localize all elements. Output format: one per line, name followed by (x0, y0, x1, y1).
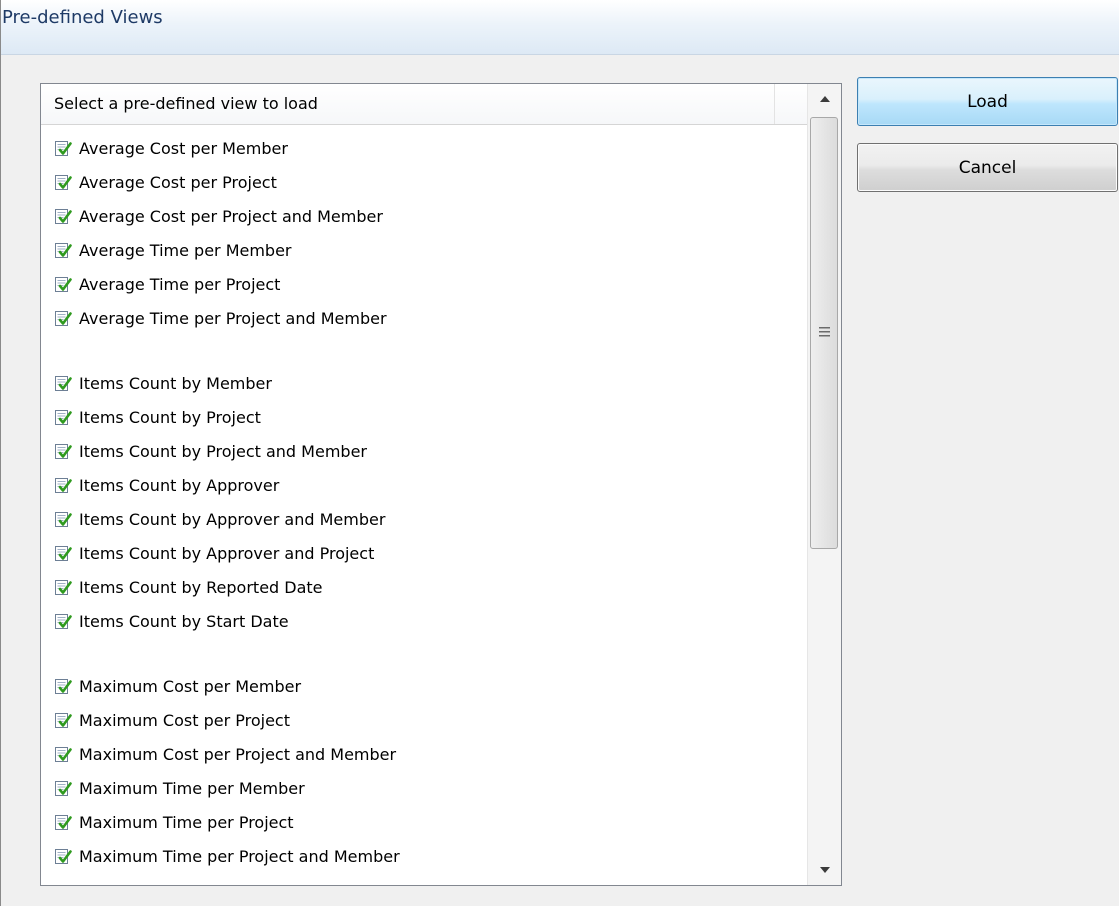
list-item-label: Average Time per Member (79, 240, 292, 260)
scroll-thumb[interactable] (810, 117, 838, 549)
list-item-label: Items Count by Member (79, 373, 272, 393)
list-item[interactable]: Maximum Time per Member (41, 771, 807, 805)
cancel-button[interactable]: Cancel (857, 143, 1118, 192)
document-check-icon (54, 173, 72, 191)
document-check-icon (54, 847, 72, 865)
list-item-label: Average Time per Project (79, 274, 281, 294)
document-check-icon (54, 745, 72, 763)
document-check-icon (54, 612, 72, 630)
document-check-icon (54, 476, 72, 494)
list-item[interactable]: Average Cost per Project (41, 165, 807, 199)
list-item-label: Average Cost per Project (79, 172, 277, 192)
list-item[interactable]: Items Count by Approver (41, 468, 807, 502)
list-item[interactable]: Maximum Cost per Member (41, 669, 807, 703)
list-item-label: Maximum Time per Project (79, 812, 294, 832)
list-item[interactable]: Maximum Time per Project and Member (41, 839, 807, 873)
views-list: Average Cost per Member Average Cost per … (41, 131, 807, 873)
list-item[interactable]: Maximum Cost per Project (41, 703, 807, 737)
list-item[interactable]: Average Cost per Project and Member (41, 199, 807, 233)
list-item-label: Maximum Time per Project and Member (79, 846, 400, 866)
list-item-label: Average Time per Project and Member (79, 308, 387, 328)
document-check-icon (54, 442, 72, 460)
list-item-label: Items Count by Approver and Project (79, 543, 375, 563)
predefined-views-dialog: Pre-defined Views Select a pre-defined v… (0, 0, 1119, 906)
list-item[interactable]: Items Count by Approver and Member (41, 502, 807, 536)
list-item-label: Items Count by Start Date (79, 611, 289, 631)
document-check-icon (54, 408, 72, 426)
list-item[interactable]: Average Time per Project (41, 267, 807, 301)
list-item[interactable]: Items Count by Member (41, 366, 807, 400)
document-check-icon (54, 779, 72, 797)
list-item-label: Maximum Time per Member (79, 778, 305, 798)
document-check-icon (54, 510, 72, 528)
list-item-label: Maximum Cost per Member (79, 676, 302, 696)
window-title: Pre-defined Views (2, 7, 163, 28)
arrow-up-icon (819, 96, 830, 102)
scroll-up-button[interactable] (808, 84, 841, 114)
document-check-icon (54, 275, 72, 293)
list-item[interactable]: Items Count by Approver and Project (41, 536, 807, 570)
list-item-label: Items Count by Project and Member (79, 441, 367, 461)
document-check-icon (54, 374, 72, 392)
document-check-icon (54, 241, 72, 259)
list-item[interactable]: Items Count by Project and Member (41, 434, 807, 468)
document-check-icon (54, 711, 72, 729)
document-check-icon (54, 544, 72, 562)
document-check-icon (54, 813, 72, 831)
views-listbox[interactable]: Select a pre-defined view to load Averag… (40, 83, 842, 886)
list-column-header[interactable]: Select a pre-defined view to load (41, 84, 807, 125)
list-header-label: Select a pre-defined view to load (54, 94, 318, 113)
document-check-icon (54, 677, 72, 695)
list-item-label: Maximum Cost per Project (79, 710, 290, 730)
vertical-scrollbar[interactable] (807, 84, 841, 885)
list-item[interactable]: Average Time per Member (41, 233, 807, 267)
list-item[interactable]: Maximum Cost per Project and Member (41, 737, 807, 771)
list-item-label: Items Count by Project (79, 407, 261, 427)
document-check-icon (54, 309, 72, 327)
header-divider (774, 84, 775, 124)
document-check-icon (54, 207, 72, 225)
list-item-label: Items Count by Approver and Member (79, 509, 386, 529)
list-item[interactable]: Average Cost per Member (41, 131, 807, 165)
list-item[interactable]: Average Time per Project and Member (41, 301, 807, 335)
load-button[interactable]: Load (857, 77, 1118, 126)
list-item[interactable]: Items Count by Start Date (41, 604, 807, 638)
document-check-icon (54, 139, 72, 157)
title-bar: Pre-defined Views (1, 0, 1119, 55)
document-check-icon (54, 578, 72, 596)
list-item-label: Items Count by Reported Date (79, 577, 323, 597)
list-item-label: Maximum Cost per Project and Member (79, 744, 397, 764)
list-item-label: Items Count by Approver (79, 475, 280, 495)
list-item-label: Average Cost per Project and Member (79, 206, 383, 226)
list-item[interactable]: Items Count by Reported Date (41, 570, 807, 604)
list-item-label: Average Cost per Member (79, 138, 288, 158)
list-item[interactable]: Maximum Time per Project (41, 805, 807, 839)
list-item[interactable]: Items Count by Project (41, 400, 807, 434)
grip-icon (819, 327, 830, 337)
arrow-down-icon (819, 867, 830, 873)
scroll-down-button[interactable] (808, 855, 841, 885)
